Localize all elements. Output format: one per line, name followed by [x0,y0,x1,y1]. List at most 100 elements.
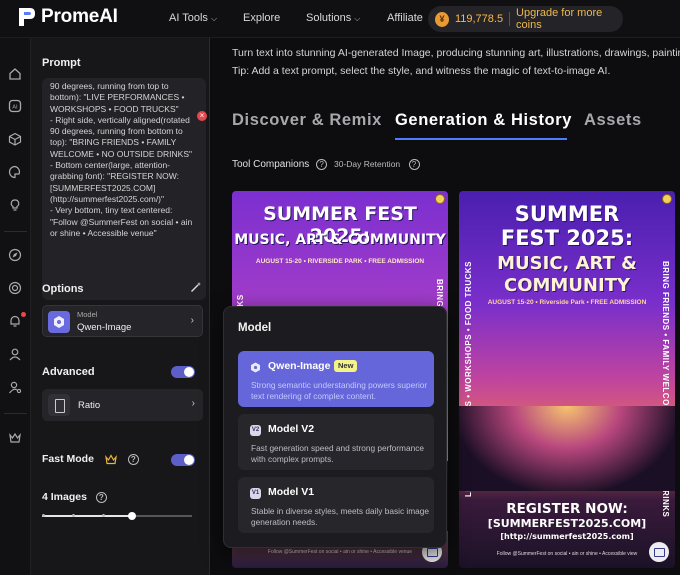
palette-icon[interactable] [6,163,24,181]
nav-ai-tools-label: AI Tools [169,12,208,24]
model-option-desc: Fast generation speed and strong perform… [251,443,424,464]
model-label: Model [77,310,98,319]
help-icon[interactable]: ? [408,159,420,171]
chevron-down-icon: ⌵ [354,14,361,23]
poster-footer: Follow @SummerFest on social • ain or sh… [267,549,413,555]
model-option-desc: Strong semantic understanding powers sup… [251,380,428,401]
slider-tick [102,514,105,517]
model-option-name: Qwen-Image [268,360,331,372]
coin-balance: 119,778.5 [454,13,504,25]
top-bar: PromeAI AI Tools ⌵ Explore Solutions ⌵ Aff… [0,0,680,38]
v1-icon: V1 [250,488,261,499]
model-value: Qwen-Image [77,322,132,333]
help-icon[interactable]: ? [95,491,107,503]
model-selector[interactable]: Model Qwen-Image › [42,305,203,337]
nav-explore-label: Explore [243,12,281,24]
chevron-down-icon: ⌵ [210,14,218,23]
svg-text:AI: AI [12,105,18,111]
model-dropdown-title: Model [238,322,272,334]
ai-icon[interactable]: AI [6,97,24,115]
user-settings-icon[interactable] [6,378,24,396]
divider [509,12,511,26]
tab-assets[interactable]: Assets [584,111,642,130]
slider-handle[interactable] [128,512,136,520]
fast-mode-row: Fast Mode ? [42,453,139,465]
notification-dot [21,312,26,317]
retention-note: 30-Day Retention ? [334,159,420,171]
chevron-right-icon: › [190,315,194,326]
nav-explore[interactable]: Explore [243,12,280,24]
poster-subtitle: AUGUST 15-20 • Riverside Park • FREE ADM… [487,299,647,306]
magic-wand-icon[interactable] [190,281,202,293]
prompt-text[interactable]: 90 degrees, running from top to bottom):… [50,81,200,239]
target-icon[interactable] [6,279,24,297]
model-option-v1[interactable]: V1 Model V1 Stable in diverse styles, me… [238,477,434,533]
nav-affiliate-label: Affiliate [387,12,423,24]
images-count-label: 4 Images [42,491,87,503]
crowd-image [459,406,675,491]
retention-label: 30-Day Retention [334,159,401,169]
tool-companions[interactable]: Tool Companions ? [232,159,328,171]
brand-name: PromeAI [41,6,118,27]
advanced-toggle[interactable] [171,366,195,378]
bulb-icon[interactable] [6,196,24,214]
slider-tick [42,514,45,517]
model-option-desc: Stable in diverse styles, meets daily ba… [251,506,430,527]
tab-discover-remix[interactable]: Discover & Remix [232,111,382,130]
v2-icon: V2 [250,425,261,436]
poster-title: SUMMER [514,202,620,226]
image-action-button[interactable] [649,542,669,562]
clear-prompt-icon[interactable]: × [197,111,207,121]
qwen-icon [48,311,70,333]
upgrade-link[interactable]: Upgrade for more coins [516,7,623,31]
slider-fill [42,515,132,517]
new-badge: New [334,360,358,372]
help-icon[interactable]: ? [316,159,328,170]
tool-companions-label: Tool Companions [232,159,310,171]
chevron-right-icon: › [191,398,195,409]
poster-title-line2: MUSIC, ART & COMMUNITY [234,232,446,248]
divider [4,231,27,232]
coin-icon: ¥ [435,11,449,27]
tip-text: Tip: Add a text prompt, select the style… [232,65,611,77]
prompt-input[interactable]: 90 degrees, running from top to bottom):… [42,78,206,300]
crown-icon[interactable] [6,429,24,447]
model-option-qwen-image[interactable]: Qwen-Image New Strong semantic understan… [238,351,434,407]
ratio-label: Ratio [78,400,101,411]
promeai-logo-icon [19,8,35,26]
nav-affiliate[interactable]: Affiliate [387,12,423,24]
ratio-selector[interactable]: Ratio › [42,389,203,421]
poster-title-line4: COMMUNITY [503,275,631,296]
compass-icon[interactable] [6,246,24,264]
nav-solutions[interactable]: Solutions ⌵ [306,12,360,24]
nav-ai-tools[interactable]: AI Tools ⌵ [169,12,217,24]
generation-panel: Prompt 90 degrees, running from top to b… [31,38,210,575]
poster-register-url: [SUMMERFEST2025.COM] [487,517,647,530]
poster-title-line2: FEST 2025: [500,226,634,250]
poster-subtitle: AUGUST 15-20 • RIVERSIDE PARK • FREE ADM… [255,258,425,265]
logo[interactable]: PromeAI [16,6,118,28]
images-slider[interactable] [42,512,192,520]
tagline: Turn text into stunning AI-generated Ima… [232,47,680,59]
nav-solutions-label: Solutions [306,12,352,24]
slider-tick [72,514,75,517]
poster-footer: Follow @SummerFest on social • ain or sh… [496,551,638,557]
divider [4,413,27,414]
model-option-v2[interactable]: V2 Model V2 Fast generation speed and st… [238,414,434,470]
prompt-title: Prompt [42,57,81,69]
home-icon[interactable] [6,65,24,83]
fast-mode-toggle[interactable] [171,454,195,466]
model-option-name: Model V2 [268,423,315,435]
poster-register: REGISTER NOW: [506,501,628,517]
model-dropdown: Model Qwen-Image New Strong semantic und… [223,306,447,548]
active-tab-indicator [395,138,567,140]
coin-balance-pill[interactable]: ¥ 119,778.5 Upgrade for more coins [428,6,623,32]
generated-image-card[interactable]: SUMMER FEST 2025: MUSIC, ART & COMMUNITY… [459,191,675,568]
help-icon[interactable]: ? [127,453,139,465]
cube-icon[interactable] [6,130,24,148]
crown-icon [104,453,117,464]
user-icon[interactable] [6,345,24,363]
fast-mode-label: Fast Mode [42,453,94,465]
tab-generation-history[interactable]: Generation & History [395,111,572,130]
advanced-title: Advanced [42,366,95,378]
